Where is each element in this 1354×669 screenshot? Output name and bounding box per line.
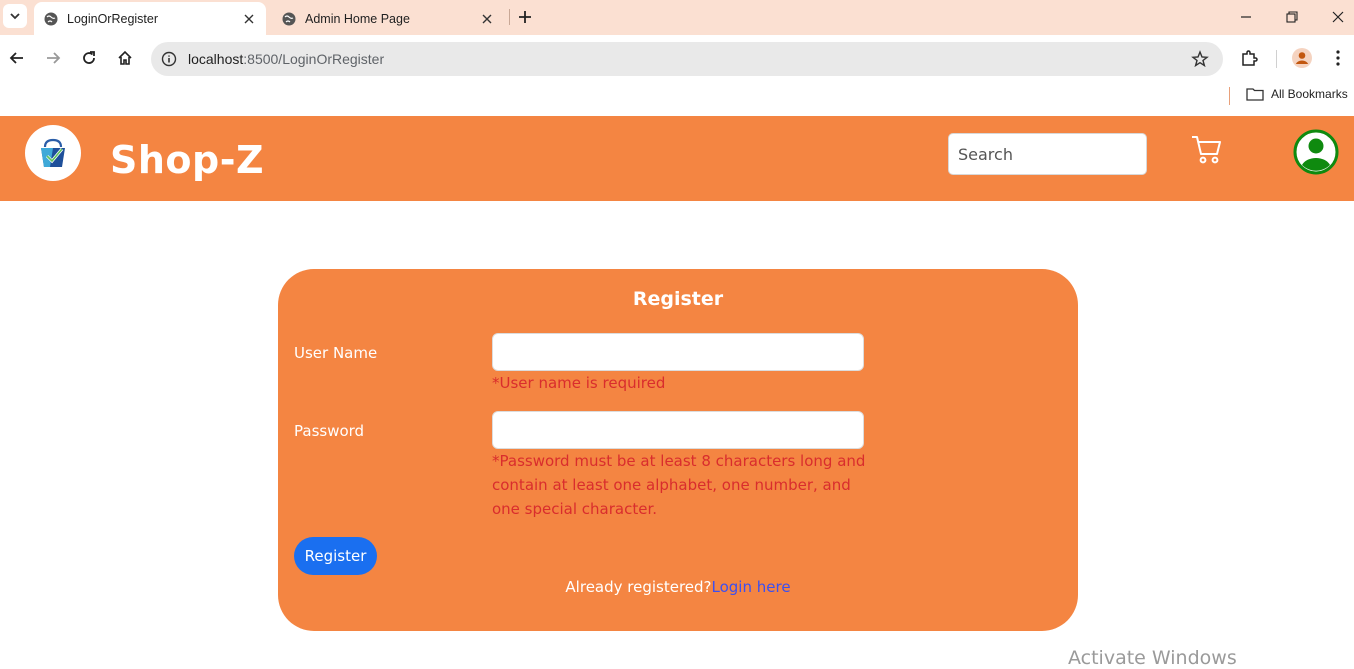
- tab-loginorregister[interactable]: LoginOrRegister: [34, 2, 266, 35]
- folder-icon: [1246, 88, 1264, 101]
- restore-icon: [1286, 10, 1298, 23]
- register-button[interactable]: Register: [294, 537, 377, 575]
- plus-icon: [519, 11, 531, 23]
- shopping-cart-icon[interactable]: [1190, 132, 1224, 166]
- close-window-button[interactable]: [1315, 0, 1354, 33]
- account-icon[interactable]: [1292, 128, 1340, 176]
- password-error: *Password must be at least 8 characters …: [492, 452, 866, 518]
- globe-icon: [282, 12, 296, 26]
- already-registered-text: Already registered?: [565, 578, 712, 596]
- shop-logo[interactable]: [25, 125, 81, 181]
- close-tab-icon[interactable]: [240, 10, 258, 28]
- reload-button[interactable]: [77, 46, 101, 70]
- home-icon: [118, 50, 132, 65]
- extensions-button[interactable]: [1237, 46, 1261, 70]
- bookmarks-bar: All Bookmarks: [0, 81, 1354, 111]
- arrow-right-icon: [47, 52, 61, 64]
- browser-menu-button[interactable]: [1326, 46, 1350, 70]
- username-error: *User name is required: [492, 374, 666, 392]
- tab-title: Admin Home Page: [305, 11, 410, 26]
- already-registered: Already registered?Login here: [278, 578, 1078, 596]
- login-link[interactable]: Login here: [712, 578, 791, 596]
- tab-title: LoginOrRegister: [67, 11, 159, 26]
- toolbar-divider: [1276, 50, 1277, 68]
- bookmark-star-icon[interactable]: [1191, 50, 1209, 68]
- site-header: Shop-Z: [0, 116, 1354, 201]
- tab-search-button[interactable]: [3, 4, 27, 28]
- minimize-button[interactable]: [1223, 0, 1269, 33]
- minimize-icon: [1241, 15, 1251, 18]
- all-bookmarks-button[interactable]: All Bookmarks: [1246, 87, 1348, 101]
- tab-divider: [509, 9, 510, 25]
- username-input[interactable]: [492, 333, 864, 371]
- restore-button[interactable]: [1269, 0, 1315, 33]
- address-bar[interactable]: localhost:8500/LoginOrRegister: [151, 42, 1223, 76]
- chevron-down-icon: [10, 13, 20, 20]
- new-tab-button[interactable]: [514, 6, 536, 28]
- username-label: User Name: [294, 344, 378, 362]
- site-info-icon[interactable]: [161, 51, 177, 67]
- more-vertical-icon: [1336, 50, 1340, 66]
- activate-windows-watermark: Activate Windows: [1068, 647, 1237, 669]
- home-button[interactable]: [113, 46, 137, 70]
- browser-tabstrip: LoginOrRegister Admin Home Page: [0, 0, 1354, 35]
- all-bookmarks-label: All Bookmarks: [1271, 87, 1348, 101]
- profile-button[interactable]: [1290, 46, 1314, 70]
- register-title: Register: [632, 288, 724, 310]
- profile-avatar-icon: [1292, 48, 1312, 68]
- forward-button[interactable]: [41, 46, 65, 70]
- password-label: Password: [294, 422, 365, 440]
- url-text: localhost:8500/LoginOrRegister: [188, 51, 385, 67]
- close-icon: [1332, 11, 1344, 22]
- search-input[interactable]: [948, 133, 1147, 175]
- tab-admin-home[interactable]: Admin Home Page: [272, 2, 504, 35]
- arrow-left-icon: [9, 52, 23, 64]
- browser-toolbar: localhost:8500/LoginOrRegister: [0, 35, 1354, 81]
- brand-name: Shop-Z: [110, 138, 265, 182]
- password-input[interactable]: [492, 411, 864, 449]
- puzzle-icon: [1242, 50, 1258, 66]
- close-tab-icon[interactable]: [478, 10, 496, 28]
- bookmarks-divider: [1229, 87, 1230, 105]
- register-card: Register User Name *User name is require…: [278, 269, 1078, 631]
- globe-icon: [44, 12, 58, 26]
- shopping-bag-icon: [41, 138, 65, 167]
- reload-icon: [83, 51, 95, 64]
- back-button[interactable]: [5, 46, 29, 70]
